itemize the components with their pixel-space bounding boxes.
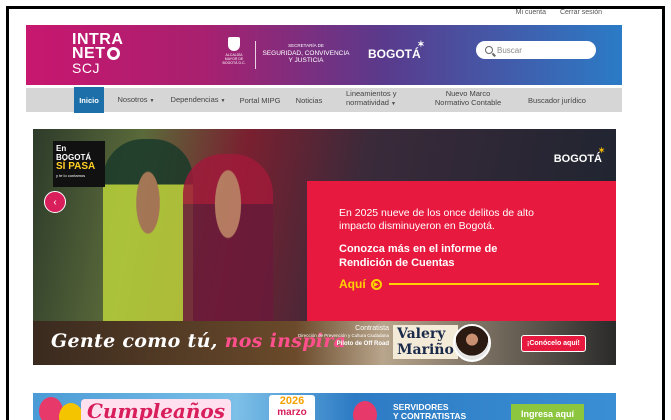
play-circle-icon: ▶ bbox=[370, 278, 382, 290]
hero-cta-label: Aquí bbox=[339, 277, 366, 291]
hero-headline: Conozca más en el informe de Rendición d… bbox=[339, 243, 498, 269]
hero-carousel[interactable]: En BOGOTÁ SÍ PASA y te lo contamos BOGOT… bbox=[33, 129, 616, 321]
servidores-label: SERVIDORES Y CONTRATISTAS bbox=[393, 403, 466, 420]
birthday-banner[interactable]: Cumpleaños 2026 marzo SERVIDORES Y CONTR… bbox=[33, 393, 616, 420]
nav-item-buscador[interactable]: Buscador jurídico bbox=[522, 96, 592, 105]
crest-text: ALCALDÍA MAYOR DE BOGOTÁ D.C. bbox=[222, 53, 246, 65]
nav-label: Nuevo Marco Normativo Contable bbox=[434, 89, 502, 107]
nav-label: Inicio bbox=[79, 95, 99, 105]
nav-item-nuevo-marco[interactable]: Nuevo Marco Normativo Contable bbox=[430, 89, 506, 107]
contractor-dept: Dirección de Prevención y Cultura Ciudad… bbox=[297, 333, 389, 338]
hero-bogota-logo: BOGOTÁ ✶ bbox=[553, 146, 605, 165]
secretaria-label: SECRETARÍA DE SEGURIDAD, CONVIVENCIA Y J… bbox=[260, 42, 352, 65]
birthday-date: 2026 marzo bbox=[269, 395, 315, 420]
bogota-text: BOGOTÁ bbox=[368, 47, 421, 61]
chevron-left-icon: ‹ bbox=[53, 196, 57, 208]
nav-label: Lineamientos y normatividad bbox=[346, 89, 397, 107]
header-divider bbox=[255, 41, 256, 69]
badge-line3: y te lo contamos bbox=[56, 173, 86, 178]
top-links: Mi cuenta Cerrar sesión bbox=[516, 9, 602, 16]
slogan-part1: Gente como tú, bbox=[51, 330, 218, 352]
search-input[interactable]: Buscar bbox=[476, 41, 596, 59]
balloon-icon bbox=[353, 401, 377, 420]
nav-item-portal-mipg[interactable]: Portal MIPG bbox=[237, 96, 283, 105]
chevron-down-icon: ▼ bbox=[390, 101, 396, 107]
nav-item-lineamientos[interactable]: Lineamientos y normatividad ▼ bbox=[346, 89, 408, 109]
nav-item-noticias[interactable]: Noticias bbox=[292, 96, 326, 105]
hero-cta-link[interactable]: Aquí ▶ bbox=[339, 277, 616, 291]
nav-label: Noticias bbox=[295, 95, 323, 105]
intranet-logo[interactable]: INTRA NET SCJ bbox=[72, 32, 123, 76]
star-icon: ✶ bbox=[417, 39, 425, 49]
birthday-year: 2026 bbox=[279, 395, 305, 407]
search-icon bbox=[485, 46, 493, 54]
hero-photo-police bbox=[103, 139, 193, 321]
logo-line3: SCJ bbox=[72, 60, 100, 76]
contractor-name: Valery Mariño bbox=[393, 325, 458, 359]
badge-line1: En BOGOTÁ bbox=[56, 144, 92, 162]
nav-item-inicio[interactable]: Inicio bbox=[74, 87, 104, 113]
name-line1: Valery bbox=[397, 326, 446, 342]
nav-label: Buscador jurídico bbox=[528, 95, 586, 105]
nav-label: Nosotros bbox=[117, 94, 148, 104]
hero-photo-officer bbox=[183, 154, 273, 321]
chevron-down-icon: ▼ bbox=[149, 97, 155, 104]
ingresa-aqui-button[interactable]: Ingresa aquí bbox=[511, 404, 585, 420]
alcaldia-crest-icon: ALCALDÍA MAYOR DE BOGOTÁ D.C. bbox=[219, 37, 249, 71]
main-nav: Inicio Nosotros ▼ Dependencias ▼ Portal MI… bbox=[26, 87, 622, 113]
hero-text-panel: En 2025 nueve de los once delitos de alt… bbox=[307, 181, 616, 321]
balloon-icon bbox=[59, 403, 83, 420]
secretaria-name: SEGURIDAD, CONVIVENCIA Y JUSTICIA bbox=[262, 49, 350, 65]
birthday-title: Cumpleaños bbox=[81, 399, 232, 420]
birthday-month: marzo bbox=[277, 407, 307, 418]
nav-item-nosotros[interactable]: Nosotros ▼ bbox=[114, 95, 158, 106]
bogota-logo: BOGOTÁ ✶ bbox=[368, 39, 425, 61]
cta-underline bbox=[388, 283, 599, 285]
inspira-banner[interactable]: Gente como tú, nos inspira Contratista D… bbox=[33, 321, 616, 365]
site-header: INTRA NET SCJ ALCALDÍA MAYOR DE BOGOTÁ D… bbox=[26, 25, 622, 85]
badge-line2: SÍ PASA bbox=[56, 161, 96, 172]
star-icon: ✶ bbox=[598, 146, 605, 155]
name-line2: Mariño bbox=[397, 342, 454, 358]
avatar bbox=[453, 324, 491, 362]
logo-ring-icon bbox=[106, 47, 120, 60]
nav-label: Portal MIPG bbox=[239, 95, 281, 105]
serv-line2: Y CONTRATISTAS bbox=[393, 411, 467, 420]
si-pasa-badge: En BOGOTÁ SÍ PASA y te lo contamos bbox=[53, 141, 105, 187]
contractor-title: Piloto de Off Road bbox=[336, 341, 389, 347]
shield-icon bbox=[228, 37, 240, 51]
chevron-down-icon: ▼ bbox=[220, 97, 226, 104]
carousel-prev-button[interactable]: ‹ bbox=[44, 191, 66, 213]
browser-frame: Mi cuenta Cerrar sesión INTRA NET SCJ AL… bbox=[6, 6, 665, 420]
logout-link[interactable]: Cerrar sesión bbox=[560, 9, 602, 16]
conocelo-button[interactable]: ¡Conócelo aquí! bbox=[521, 335, 586, 352]
hero-statement: En 2025 nueve de los once delitos de alt… bbox=[339, 207, 534, 232]
nav-label: Dependencias bbox=[170, 94, 219, 104]
contractor-info: Contratista Dirección de Prevención y Cu… bbox=[297, 325, 389, 347]
my-account-link[interactable]: Mi cuenta bbox=[516, 9, 546, 16]
search-placeholder: Buscar bbox=[497, 45, 522, 55]
contractor-role: Contratista bbox=[355, 325, 389, 332]
hero-bogota-text: BOGOTÁ bbox=[553, 153, 602, 165]
nav-item-dependencias[interactable]: Dependencias ▼ bbox=[168, 95, 228, 106]
secretaria-small: SECRETARÍA DE bbox=[288, 43, 324, 48]
